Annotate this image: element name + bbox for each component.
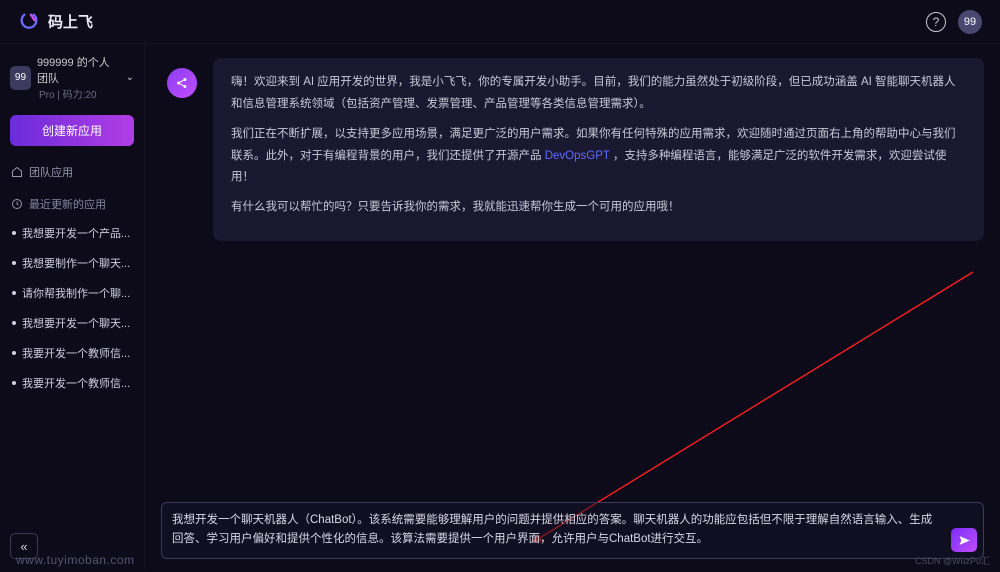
team-badge: 99 [10, 66, 31, 90]
dot-icon [12, 321, 16, 325]
list-item[interactable]: 我要开发一个教师信... [10, 338, 134, 368]
share-button[interactable] [167, 68, 197, 98]
list-item-label: 我要开发一个教师信... [22, 345, 130, 361]
dot-icon [12, 291, 16, 295]
list-item-label: 我要开发一个教师信... [22, 375, 130, 391]
home-icon [10, 166, 23, 179]
welcome-para-1: 嗨！欢迎来到 AI 应用开发的世界，我是小飞飞，你的专属开发小助手。目前，我们的… [231, 72, 966, 116]
team-name: 999999 的个人团队 [37, 54, 120, 86]
list-item[interactable]: 我想要开发一个聊天... [10, 308, 134, 338]
recent-app-list: 我想要开发一个产品... 我想要制作一个聊天... 请你帮我制作一个聊... 我… [10, 218, 134, 398]
team-meta: Pro | 码力:20 [39, 86, 120, 101]
devops-gpt-link[interactable]: DevOpsGPT [545, 150, 610, 162]
dot-icon [12, 231, 16, 235]
main-panel: 嗨！欢迎来到 AI 应用开发的世界，我是小飞飞，你的专属开发小助手。目前，我们的… [145, 44, 1000, 569]
list-item[interactable]: 我想要制作一个聊天... [10, 248, 134, 278]
clock-icon [10, 198, 23, 211]
help-icon[interactable]: ? [926, 12, 946, 32]
dot-icon [12, 381, 16, 385]
sidebar-item-team-apps[interactable]: 团队应用 [10, 164, 134, 180]
welcome-para-2: 我们正在不断扩展，以支持更多应用场景，满足更广泛的用户需求。如果你有任何特殊的应… [231, 124, 966, 190]
sidebar: 99 999999 的个人团队 Pro | 码力:20 ⌄ 创建新应用 团队应用… [0, 44, 145, 569]
list-item[interactable]: 我要开发一个教师信... [10, 368, 134, 398]
brand-name: 码上飞 [48, 11, 93, 32]
share-icon [175, 76, 189, 90]
welcome-para-3: 有什么我可以帮忙的吗？只要告诉我你的需求，我就能迅速帮你生成一个可用的应用哦！ [231, 197, 966, 219]
list-item-label: 我想要开发一个产品... [22, 225, 130, 241]
team-selector[interactable]: 99 999999 的个人团队 Pro | 码力:20 ⌄ [10, 54, 134, 101]
topbar-actions: ? 99 [926, 10, 982, 34]
prompt-input[interactable]: 我想开发一个聊天机器人（ChatBot）。该系统需要能够理解用户的问题并提供相应… [161, 502, 984, 559]
chevron-double-left-icon: « [20, 539, 27, 554]
user-avatar[interactable]: 99 [958, 10, 982, 34]
list-item-label: 我想要制作一个聊天... [22, 255, 130, 271]
sidebar-item-label: 团队应用 [29, 164, 73, 180]
welcome-message: 嗨！欢迎来到 AI 应用开发的世界，我是小飞飞，你的专属开发小助手。目前，我们的… [213, 58, 984, 241]
corner-credit: CSDN @WuzPu汇 [915, 554, 990, 567]
dot-icon [12, 351, 16, 355]
list-item[interactable]: 我想要开发一个产品... [10, 218, 134, 248]
list-item-label: 我想要开发一个聊天... [22, 315, 130, 331]
send-icon [958, 534, 971, 547]
list-item[interactable]: 请你帮我制作一个聊... [10, 278, 134, 308]
sidebar-section-label: 最近更新的应用 [29, 196, 106, 212]
brand-logo-icon [18, 11, 40, 33]
dot-icon [12, 261, 16, 265]
watermark-text: www.tuyimoban.com [16, 553, 135, 567]
sidebar-section-recent: 最近更新的应用 [10, 196, 134, 212]
topbar: 码上飞 ? 99 [0, 0, 1000, 44]
new-app-button[interactable]: 创建新应用 [10, 115, 134, 146]
prompt-input-content: 我想开发一个聊天机器人（ChatBot）。该系统需要能够理解用户的问题并提供相应… [172, 514, 932, 546]
send-button[interactable] [951, 528, 977, 552]
brand[interactable]: 码上飞 [18, 11, 93, 33]
chevron-down-icon: ⌄ [126, 72, 134, 83]
list-item-label: 请你帮我制作一个聊... [22, 285, 130, 301]
